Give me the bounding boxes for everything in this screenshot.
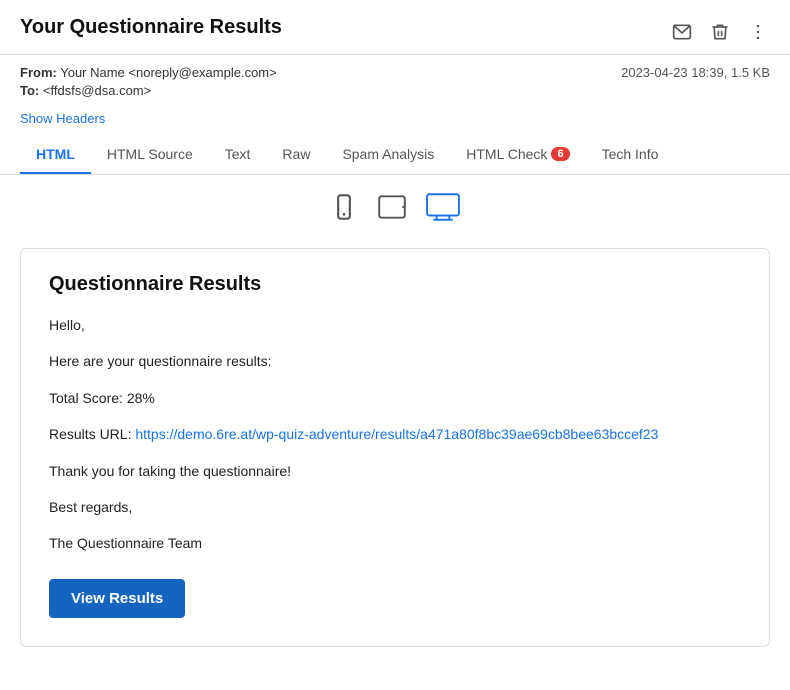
to-row: To: <ffdsfs@dsa.com> xyxy=(20,83,770,98)
results-url-label: Results URL: xyxy=(49,426,135,442)
results-url-line: Results URL: https://demo.6re.at/wp-quiz… xyxy=(49,423,741,445)
view-results-button[interactable]: View Results xyxy=(49,579,185,618)
team-name: The Questionnaire Team xyxy=(49,532,741,554)
mail-icon xyxy=(672,22,692,42)
tablet-icon xyxy=(376,193,408,221)
body-title: Questionnaire Results xyxy=(49,273,741,296)
more-options-button[interactable] xyxy=(746,20,770,44)
email-container: Your Questionnaire Results xyxy=(0,0,790,690)
to-label: To: xyxy=(20,83,39,98)
tablet-view-button[interactable] xyxy=(372,189,412,228)
tab-tech-info[interactable]: Tech Info xyxy=(586,136,675,174)
tab-html-source[interactable]: HTML Source xyxy=(91,136,209,174)
tab-text[interactable]: Text xyxy=(209,136,267,174)
from-label: From: xyxy=(20,65,57,80)
best-regards: Best regards, xyxy=(49,496,741,518)
tab-raw[interactable]: Raw xyxy=(266,136,326,174)
email-body-wrapper: Questionnaire Results Hello, Here are yo… xyxy=(0,238,790,677)
intro: Here are your questionnaire results: xyxy=(49,350,741,372)
thank-you: Thank you for taking the questionnaire! xyxy=(49,460,741,482)
tab-html[interactable]: HTML xyxy=(20,136,91,174)
desktop-view-button[interactable] xyxy=(422,189,464,228)
trash-icon xyxy=(710,22,730,42)
score: Total Score: 28% xyxy=(49,387,741,409)
show-headers-link[interactable]: Show Headers xyxy=(20,111,105,126)
meta-section: 2023-04-23 18:39, 1.5 KB From: Your Name… xyxy=(0,55,790,105)
to-value: <ffdsfs@dsa.com> xyxy=(43,83,151,98)
desktop-icon xyxy=(426,193,460,221)
header-icons xyxy=(670,20,770,44)
more-options-icon xyxy=(748,22,768,42)
email-body-card: Questionnaire Results Hello, Here are yo… xyxy=(20,248,770,647)
email-date: 2023-04-23 18:39, 1.5 KB xyxy=(621,65,770,80)
mail-icon-button[interactable] xyxy=(670,20,694,44)
email-header: Your Questionnaire Results xyxy=(0,0,790,55)
page-title: Your Questionnaire Results xyxy=(20,16,282,39)
tab-html-check[interactable]: HTML Check 6 xyxy=(450,136,585,174)
mobile-view-button[interactable] xyxy=(326,189,362,228)
trash-icon-button[interactable] xyxy=(708,20,732,44)
tabs-bar: HTML HTML Source Text Raw Spam Analysis … xyxy=(0,136,790,175)
results-url-link[interactable]: https://demo.6re.at/wp-quiz-adventure/re… xyxy=(135,426,658,442)
tab-spam-analysis[interactable]: Spam Analysis xyxy=(326,136,450,174)
greeting: Hello, xyxy=(49,314,741,336)
html-check-badge: 6 xyxy=(551,147,569,161)
mobile-icon xyxy=(330,193,358,221)
from-value: Your Name <noreply@example.com> xyxy=(60,65,277,80)
view-icons-bar xyxy=(0,175,790,238)
